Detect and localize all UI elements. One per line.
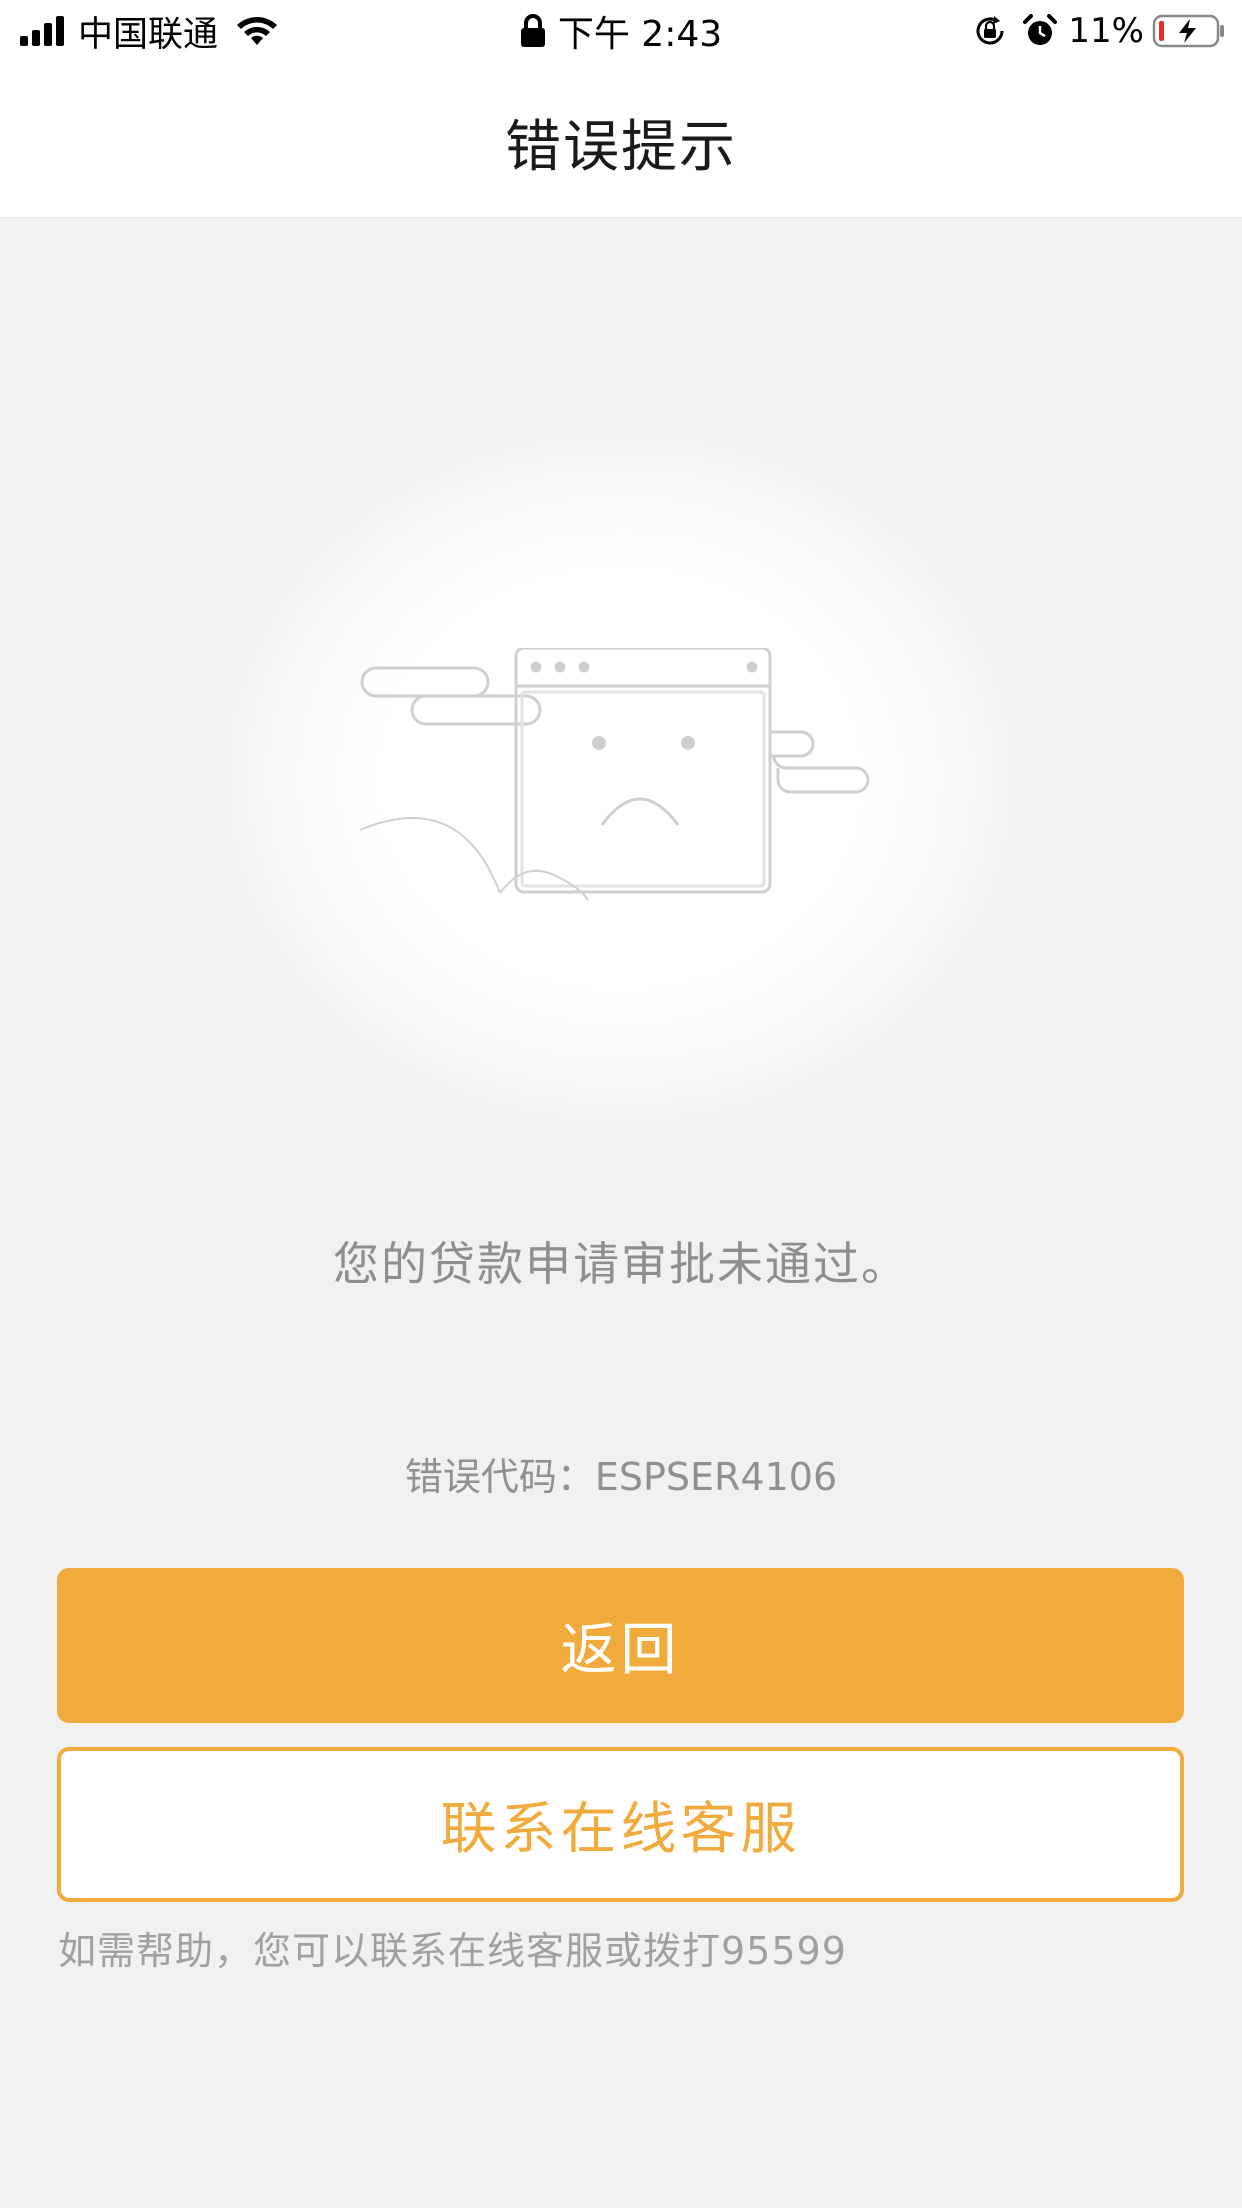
contact-service-button[interactable]: 联系在线客服	[57, 1747, 1184, 1902]
status-bar: 中国联通 下午 2:43 11%	[0, 0, 1242, 62]
status-right: 11%	[972, 8, 1226, 54]
back-button[interactable]: 返回	[57, 1568, 1184, 1723]
clock-time: 下午 2:43	[557, 14, 723, 55]
page-title: 错误提示	[505, 115, 737, 180]
error-code: 错误代码：ESPSER4106	[404, 1455, 838, 1499]
battery-percent: 11%	[1068, 11, 1144, 51]
main-content: 您的贷款申请审批未通过。 错误代码：ESPSER4106 返回 联系在线客服 如…	[0, 218, 1242, 2208]
orientation-lock-icon	[976, 16, 1004, 45]
battery-charging-icon	[1152, 14, 1224, 48]
alarm-icon	[1023, 14, 1058, 45]
lock-icon	[520, 14, 545, 47]
sad-browser-window-icon	[359, 648, 870, 901]
nav-bar: 错误提示	[0, 62, 1242, 218]
help-text: 如需帮助，您可以联系在线客服或拨打95599	[58, 1929, 847, 1973]
error-message: 您的贷款申请审批未通过。	[333, 1237, 909, 1291]
